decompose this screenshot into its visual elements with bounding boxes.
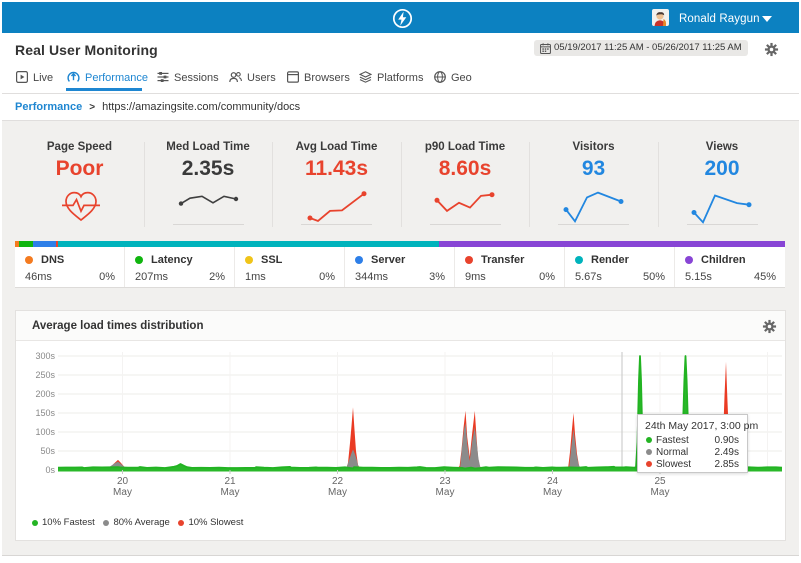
- svg-text:May: May: [221, 487, 240, 498]
- svg-text:May: May: [651, 487, 670, 498]
- svg-text:100s: 100s: [35, 427, 55, 437]
- svg-text:0s: 0s: [45, 465, 55, 475]
- svg-text:May: May: [436, 487, 455, 498]
- svg-text:250s: 250s: [35, 370, 55, 380]
- svg-text:50s: 50s: [40, 446, 55, 456]
- svg-text:300s: 300s: [35, 351, 55, 361]
- svg-text:23: 23: [439, 476, 451, 487]
- svg-text:May: May: [328, 487, 347, 498]
- svg-text:22: 22: [332, 476, 344, 487]
- svg-text:200s: 200s: [35, 389, 55, 399]
- svg-text:21: 21: [224, 476, 236, 487]
- svg-text:24: 24: [547, 476, 559, 487]
- svg-text:25: 25: [654, 476, 666, 487]
- svg-text:May: May: [543, 487, 562, 498]
- svg-text:May: May: [113, 487, 132, 498]
- svg-text:20: 20: [117, 476, 129, 487]
- svg-text:150s: 150s: [35, 408, 55, 418]
